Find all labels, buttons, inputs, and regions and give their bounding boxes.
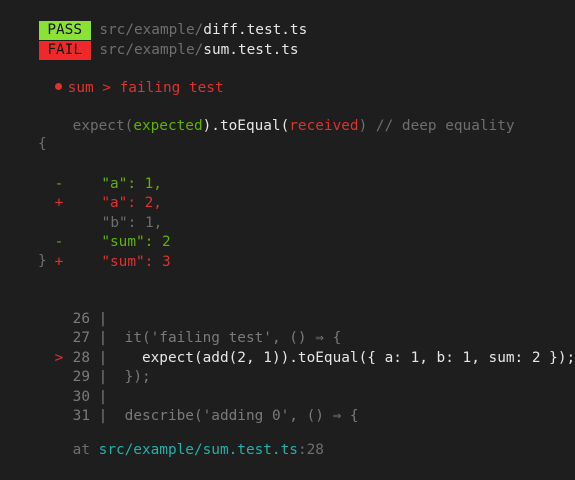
code-line-highlighted: >28 | expect(add(2, 1)).toEqual({ a: 1, … (20, 329, 575, 366)
expect-comment: // deep equality (367, 117, 515, 134)
diff-open-brace: { (38, 136, 47, 152)
code-text: expect(add(2, 1)).toEqual({ a: 1, b: 1, … (107, 349, 575, 366)
diff-line-added: + "a": 2, (20, 174, 162, 211)
result-path-dir: src/example/ (99, 41, 204, 58)
location-line-number: :28 (297, 441, 324, 458)
expected-label: expected (133, 117, 203, 134)
diff-line-removed: - "a": 1, (20, 155, 162, 192)
location-prefix: at (72, 441, 99, 458)
error-bullet-icon (54, 82, 62, 90)
fail-badge: FAIL (38, 40, 91, 60)
failure-title: sum > failing test (67, 79, 224, 96)
diff-marker: + (54, 253, 64, 270)
expect-close-text: ) (358, 117, 368, 134)
terminal-output: PASS src/example/diff.test.ts FAIL src/e… (0, 0, 575, 458)
to-equal-text: ).toEqual( (202, 117, 290, 134)
received-label: received (289, 117, 359, 134)
code-line: 26 | (20, 290, 108, 327)
failure-title-row: sum > failing test (20, 59, 224, 96)
location-path-link[interactable]: src/example/sum.test.ts (99, 442, 298, 458)
error-location: at src/example/sum.test.ts:28 (38, 421, 324, 458)
code-line: 30 | (20, 368, 108, 405)
test-result-row: PASS src/example/diff.test.ts (0, 1, 307, 40)
diff-text: "sum": 3 (101, 253, 171, 270)
code-line: 29 | }); (20, 348, 151, 385)
diff-line-removed: - "sum": 2 (20, 213, 171, 250)
result-file: sum.test.ts (203, 41, 299, 58)
code-line: 27 | it('failing test', () ⇒ { (20, 309, 342, 346)
test-result-row: FAIL src/example/sum.test.ts (0, 21, 299, 60)
diff-close-brace: } (38, 253, 47, 269)
expect-text: expect( (72, 117, 134, 134)
expect-line: expect(expected).toEqual(received) // de… (38, 97, 515, 134)
diff-line-added: + "sum": 3 (20, 233, 171, 270)
code-line: 31 | describe('adding 0', () ⇒ { (20, 387, 359, 424)
diff-line-unchanged: "b": 1, (20, 194, 163, 231)
code-text: }); (107, 368, 151, 385)
